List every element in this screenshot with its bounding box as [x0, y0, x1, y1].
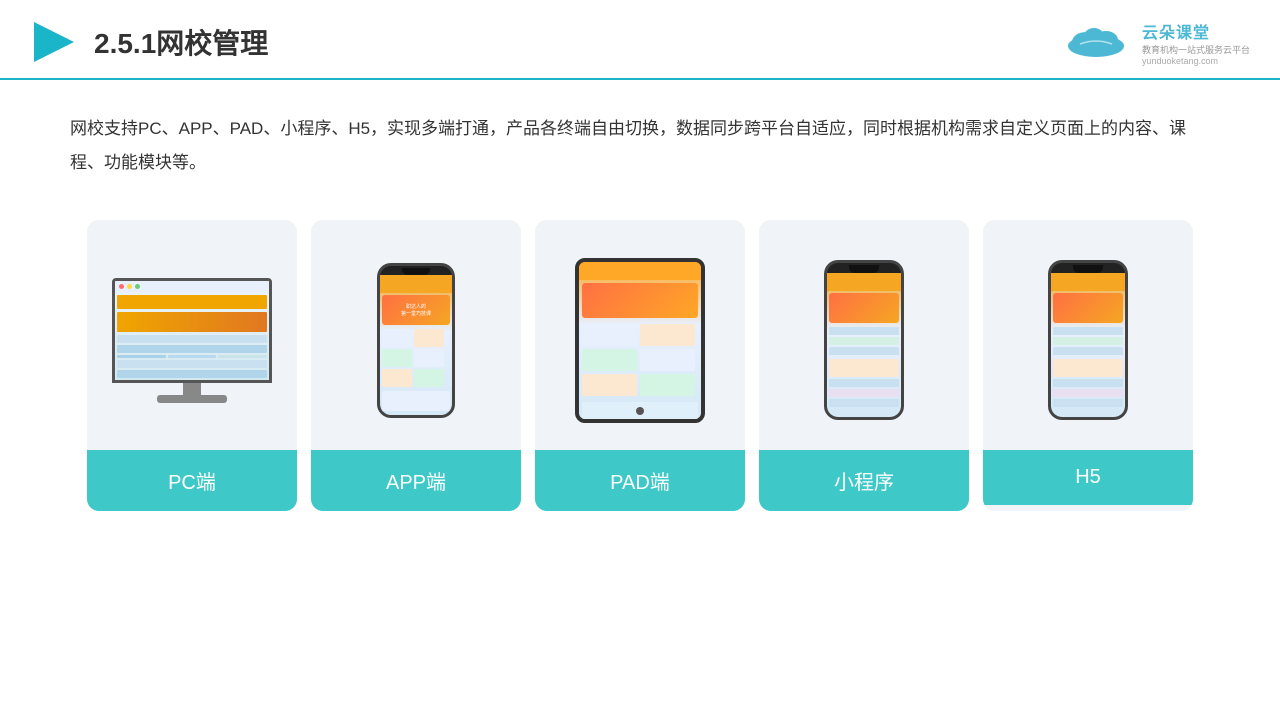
pad-tablet-mock — [575, 258, 705, 423]
pad-image-area — [535, 220, 745, 450]
card-pad: PAD端 — [535, 220, 745, 511]
h5-image-area — [983, 220, 1193, 450]
page-title: 2.5.1网校管理 — [94, 22, 268, 62]
header: 2.5.1网校管理 云朵课堂 教育机构一站式服务云平台 yunduoketang… — [0, 0, 1280, 80]
header-left: 2.5.1网校管理 — [30, 18, 268, 66]
h5-phone-mock — [1048, 260, 1128, 420]
miniprogram-image-area — [759, 220, 969, 450]
miniprogram-phone-mock — [824, 260, 904, 420]
pc-monitor — [105, 278, 280, 403]
logo-area: 云朵课堂 教育机构一站式服务云平台 yunduoketang.com — [1056, 19, 1250, 66]
description-text: 网校支持PC、APP、PAD、小程序、H5，实现多端打通，产品各终端自由切换，数… — [0, 80, 1280, 180]
card-pad-label: PAD端 — [535, 450, 745, 511]
card-app-label: APP端 — [311, 450, 521, 511]
card-miniprogram-label: 小程序 — [759, 450, 969, 511]
card-app: 职达人的第一堂巧技课 APP端 — [311, 220, 521, 511]
card-h5: H5 — [983, 220, 1193, 511]
card-h5-label: H5 — [983, 450, 1193, 505]
logo-name: 云朵课堂 — [1142, 19, 1210, 43]
play-icon — [30, 18, 78, 66]
logo-tagline: 教育机构一站式服务云平台 — [1142, 43, 1250, 56]
cards-container: PC端 职达人的第一堂巧技课 — [0, 190, 1280, 541]
app-phone-mock: 职达人的第一堂巧技课 — [377, 263, 455, 418]
monitor-screen — [112, 278, 272, 383]
card-pc-label: PC端 — [87, 450, 297, 511]
logo-url: yunduoketang.com — [1142, 56, 1218, 66]
app-image-area: 职达人的第一堂巧技课 — [311, 220, 521, 450]
pc-image-area — [87, 220, 297, 450]
logo-cloud-icon — [1056, 24, 1136, 60]
card-pc: PC端 — [87, 220, 297, 511]
card-miniprogram: 小程序 — [759, 220, 969, 511]
